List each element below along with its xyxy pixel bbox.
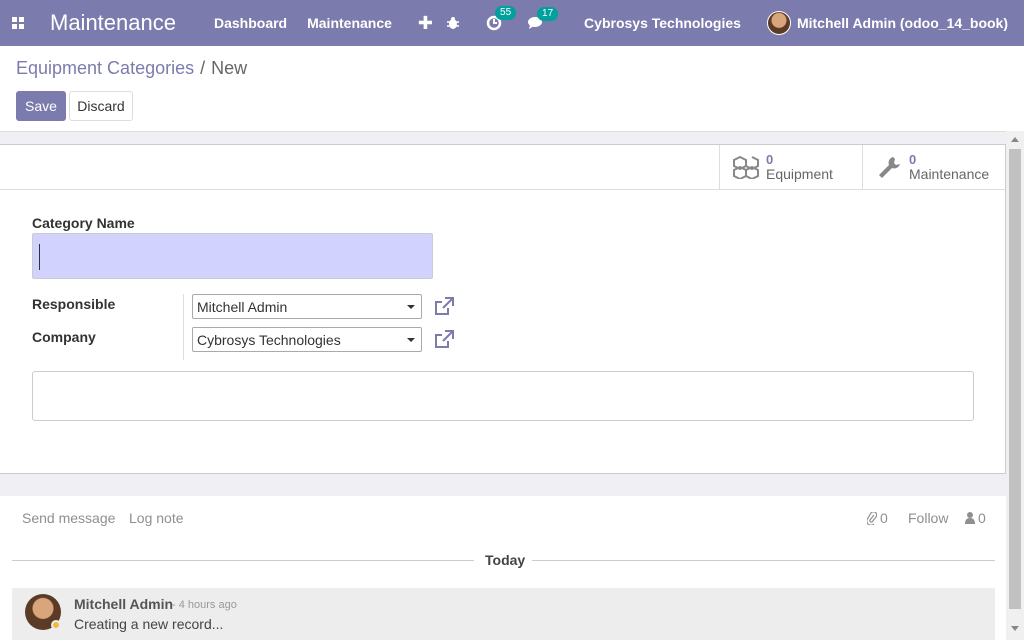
vertical-scrollbar[interactable] bbox=[1006, 131, 1024, 640]
top-navbar: Maintenance Dashboard Maintenance ✚ 55 1… bbox=[0, 0, 1024, 46]
debug-bug-icon[interactable] bbox=[446, 16, 460, 30]
cubes-icon bbox=[733, 155, 759, 179]
divider bbox=[12, 560, 474, 561]
breadcrumb-separator: / bbox=[200, 58, 206, 78]
company-label: Company bbox=[32, 329, 96, 345]
message-time: - 4 hours ago bbox=[172, 599, 237, 611]
divider bbox=[532, 560, 995, 561]
message-author[interactable]: Mitchell Admin bbox=[74, 596, 173, 612]
chevron-down-icon bbox=[407, 338, 415, 342]
user-icon bbox=[965, 512, 975, 524]
user-avatar bbox=[766, 11, 791, 35]
plus-icon[interactable]: ✚ bbox=[418, 13, 433, 34]
company-select[interactable]: Cybrosys Technologies bbox=[192, 327, 422, 352]
user-name: Mitchell Admin (odoo_14_book) bbox=[796, 15, 1008, 31]
chatter: Send message Log note 0 Follow 0 Today M… bbox=[0, 488, 1006, 640]
discard-button[interactable]: Discard bbox=[69, 91, 133, 121]
divider bbox=[183, 294, 184, 360]
maintenance-smart-button[interactable]: 0 Maintenance bbox=[862, 145, 1005, 189]
apps-menu-icon[interactable] bbox=[2, 0, 34, 46]
followers-button[interactable]: 0 bbox=[965, 510, 986, 526]
log-note-button[interactable]: Log note bbox=[129, 510, 184, 526]
divider bbox=[0, 189, 1006, 190]
messages-chat-icon[interactable]: 17 bbox=[528, 7, 559, 30]
responsible-label: Responsible bbox=[32, 296, 116, 312]
message-body: Creating a new record... bbox=[74, 616, 224, 632]
text-cursor bbox=[39, 244, 40, 270]
company-switcher[interactable]: Cybrosys Technologies bbox=[584, 15, 741, 31]
activity-clock-icon[interactable]: 55 bbox=[486, 6, 517, 31]
attachments-count: 0 bbox=[880, 510, 888, 526]
date-separator: Today bbox=[485, 552, 526, 568]
paperclip-icon bbox=[867, 511, 877, 525]
equipment-label: Equipment bbox=[766, 166, 833, 182]
external-link-icon[interactable] bbox=[433, 329, 455, 351]
wrench-icon bbox=[879, 157, 900, 178]
smart-button-box: 0 Equipment 0 Maintenance bbox=[719, 145, 1005, 189]
category-name-label: Category Name bbox=[32, 215, 135, 231]
external-link-icon[interactable] bbox=[433, 296, 455, 318]
equipment-smart-button[interactable]: 0 Equipment bbox=[719, 145, 862, 189]
save-button[interactable]: Save bbox=[16, 91, 66, 121]
note-textarea[interactable] bbox=[32, 371, 974, 421]
company-value: Cybrosys Technologies bbox=[197, 331, 341, 348]
presence-status-icon bbox=[51, 620, 61, 630]
menu-dashboard[interactable]: Dashboard bbox=[214, 15, 287, 31]
chevron-down-icon bbox=[407, 305, 415, 309]
message-item: Mitchell Admin - 4 hours ago Creating a … bbox=[12, 588, 995, 640]
breadcrumb-current: New bbox=[211, 58, 248, 78]
breadcrumb: Equipment Categories / New bbox=[16, 58, 247, 79]
send-message-button[interactable]: Send message bbox=[22, 510, 115, 526]
menu-maintenance[interactable]: Maintenance bbox=[307, 15, 392, 31]
scroll-down-arrow-icon[interactable] bbox=[1011, 626, 1019, 631]
responsible-select[interactable]: Mitchell Admin bbox=[192, 294, 422, 319]
chatter-top-band bbox=[0, 488, 1006, 496]
maintenance-label: Maintenance bbox=[909, 166, 990, 182]
equipment-count: 0 bbox=[766, 152, 774, 167]
scrollbar-thumb[interactable] bbox=[1009, 149, 1021, 609]
messages-count-badge: 17 bbox=[537, 7, 559, 21]
activity-count-badge: 55 bbox=[495, 6, 517, 20]
user-menu[interactable]: Mitchell Admin (odoo_14_book) bbox=[766, 11, 1008, 35]
scroll-up-arrow-icon[interactable] bbox=[1011, 137, 1019, 142]
follow-button[interactable]: Follow bbox=[908, 510, 948, 526]
responsible-value: Mitchell Admin bbox=[197, 298, 288, 315]
category-name-input[interactable] bbox=[32, 233, 433, 279]
followers-count: 0 bbox=[978, 510, 986, 526]
maintenance-count: 0 bbox=[909, 152, 917, 167]
breadcrumb-parent[interactable]: Equipment Categories bbox=[16, 58, 194, 78]
attachments-button[interactable]: 0 bbox=[867, 510, 888, 526]
form-sheet: 0 Equipment 0 Maintenance Category Name … bbox=[0, 144, 1006, 474]
app-title[interactable]: Maintenance bbox=[50, 10, 176, 36]
